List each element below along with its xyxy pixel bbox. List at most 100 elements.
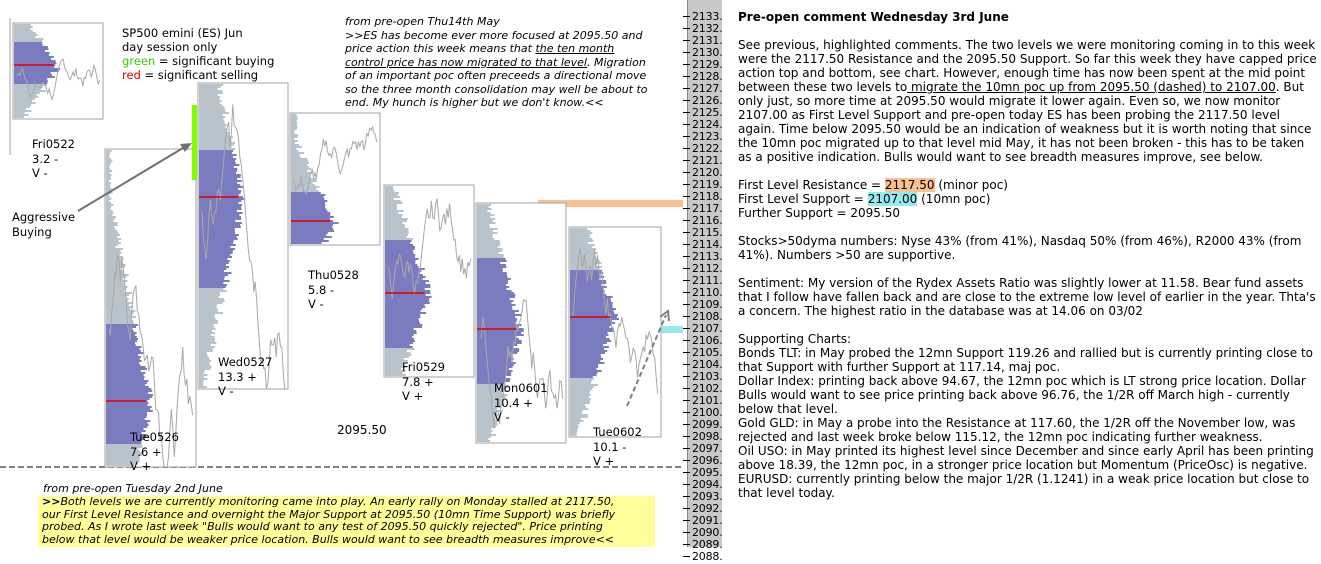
profile-bar xyxy=(106,220,114,222)
profile-bar xyxy=(477,326,519,328)
profile-bar xyxy=(199,342,217,344)
axis-tick: 2128. xyxy=(683,71,723,82)
tick-label: 2122. xyxy=(692,142,723,155)
tick-mark xyxy=(683,280,690,281)
session-label: Tue0602 10.1 -V + xyxy=(593,425,642,469)
quote-top-underlined: the ten month xyxy=(535,42,615,55)
axis-tick: 2104. xyxy=(683,359,723,370)
profile-bar xyxy=(570,230,591,232)
profile-bar xyxy=(199,260,230,262)
quote-prefix: >> xyxy=(42,495,61,508)
tick-mark xyxy=(683,136,690,137)
profile-bar xyxy=(291,168,311,170)
profile-bar xyxy=(106,296,126,298)
tick-label: 2112. xyxy=(692,262,723,275)
profile-bar xyxy=(106,196,111,198)
profile-bar xyxy=(570,338,610,340)
profile-bar xyxy=(385,330,417,332)
profile-bar xyxy=(106,372,146,374)
profile-bar xyxy=(385,232,409,234)
profile-bar xyxy=(477,246,498,248)
quote-top-line: of an important poc often preceeds a dir… xyxy=(345,69,647,82)
profile-bar xyxy=(199,170,238,172)
profile-bar xyxy=(570,376,593,378)
profile-bar xyxy=(291,136,298,138)
tick-label: 2111. xyxy=(692,274,723,287)
profile-bar xyxy=(199,370,205,372)
tick-label: 2108. xyxy=(692,310,723,323)
profile-bar xyxy=(291,180,317,182)
tick-label: 2096. xyxy=(692,454,723,467)
profile-bar xyxy=(477,288,507,290)
profile-bar xyxy=(385,224,405,226)
profile-bar xyxy=(199,88,218,90)
support-note: (10mn poc) xyxy=(917,192,991,206)
profile-bar xyxy=(14,50,45,52)
profile-bar xyxy=(385,208,397,210)
profile-bar xyxy=(570,344,604,346)
profile-bar xyxy=(199,322,218,324)
profile-bar xyxy=(570,388,592,390)
tick-mark xyxy=(683,160,690,161)
profile-bar xyxy=(106,370,141,372)
profile-bar xyxy=(199,102,220,104)
profile-bar xyxy=(199,220,236,222)
profile-bar xyxy=(385,212,399,214)
profile-bar xyxy=(477,256,504,258)
profile-bar xyxy=(199,236,237,238)
profile-bar xyxy=(570,370,602,372)
profile-bar xyxy=(570,416,588,418)
profile-bar xyxy=(199,204,242,206)
profile-bar xyxy=(14,44,43,46)
significant-buying-bar xyxy=(192,105,197,180)
profile-bar xyxy=(14,62,57,64)
profile-bar xyxy=(570,240,594,242)
profile-bar xyxy=(199,386,207,388)
tick-label: 2089. xyxy=(692,538,723,551)
profile-bar xyxy=(106,244,119,246)
axis-tick: 2121. xyxy=(683,154,723,167)
profile-bar xyxy=(199,280,230,282)
profile-bar xyxy=(14,100,33,102)
profile-bar xyxy=(385,260,416,262)
profile-bar xyxy=(106,248,124,250)
tick-mark xyxy=(683,424,690,425)
profile-bar xyxy=(106,222,118,224)
quote-tue2-june: >>Both levels we are currently monitorin… xyxy=(38,495,655,547)
session-volume: V + xyxy=(402,389,424,403)
profile-bar xyxy=(385,210,404,212)
profile-bar xyxy=(570,354,601,356)
profile-bar xyxy=(199,372,204,374)
profile-bar xyxy=(199,274,229,276)
profile-bar xyxy=(106,358,140,360)
profile-bar xyxy=(385,318,419,320)
profile-bar xyxy=(385,338,415,340)
axis-tick: 2098. xyxy=(683,431,723,442)
profile-bar xyxy=(106,310,136,312)
profile-bar xyxy=(106,274,129,276)
profile-bar xyxy=(199,310,218,312)
axis-tick: 2114. xyxy=(683,239,723,250)
tick-label: 2126. xyxy=(692,94,723,107)
profile-bar xyxy=(291,194,326,196)
tick-label: 2121. xyxy=(692,154,723,167)
profile-bar xyxy=(106,226,115,228)
tick-mark xyxy=(683,556,690,557)
profile-bar xyxy=(477,434,496,436)
profile-bar xyxy=(106,424,149,426)
profile-bar xyxy=(199,238,238,240)
profile-bar xyxy=(477,252,499,254)
profile-bar xyxy=(199,118,224,120)
profile-bar xyxy=(106,166,110,168)
profile-bar xyxy=(477,338,519,340)
profile-bar xyxy=(106,290,125,292)
profile-bar xyxy=(570,412,582,414)
profile-bar xyxy=(199,126,226,128)
profile-bar xyxy=(14,36,36,38)
tick-label: 2090. xyxy=(692,526,723,539)
profile-bar xyxy=(199,326,215,328)
profile-bar xyxy=(106,208,111,210)
profile-bar xyxy=(477,248,503,250)
session-profile-Wed0527 xyxy=(197,82,289,390)
profile-bar xyxy=(570,398,591,400)
